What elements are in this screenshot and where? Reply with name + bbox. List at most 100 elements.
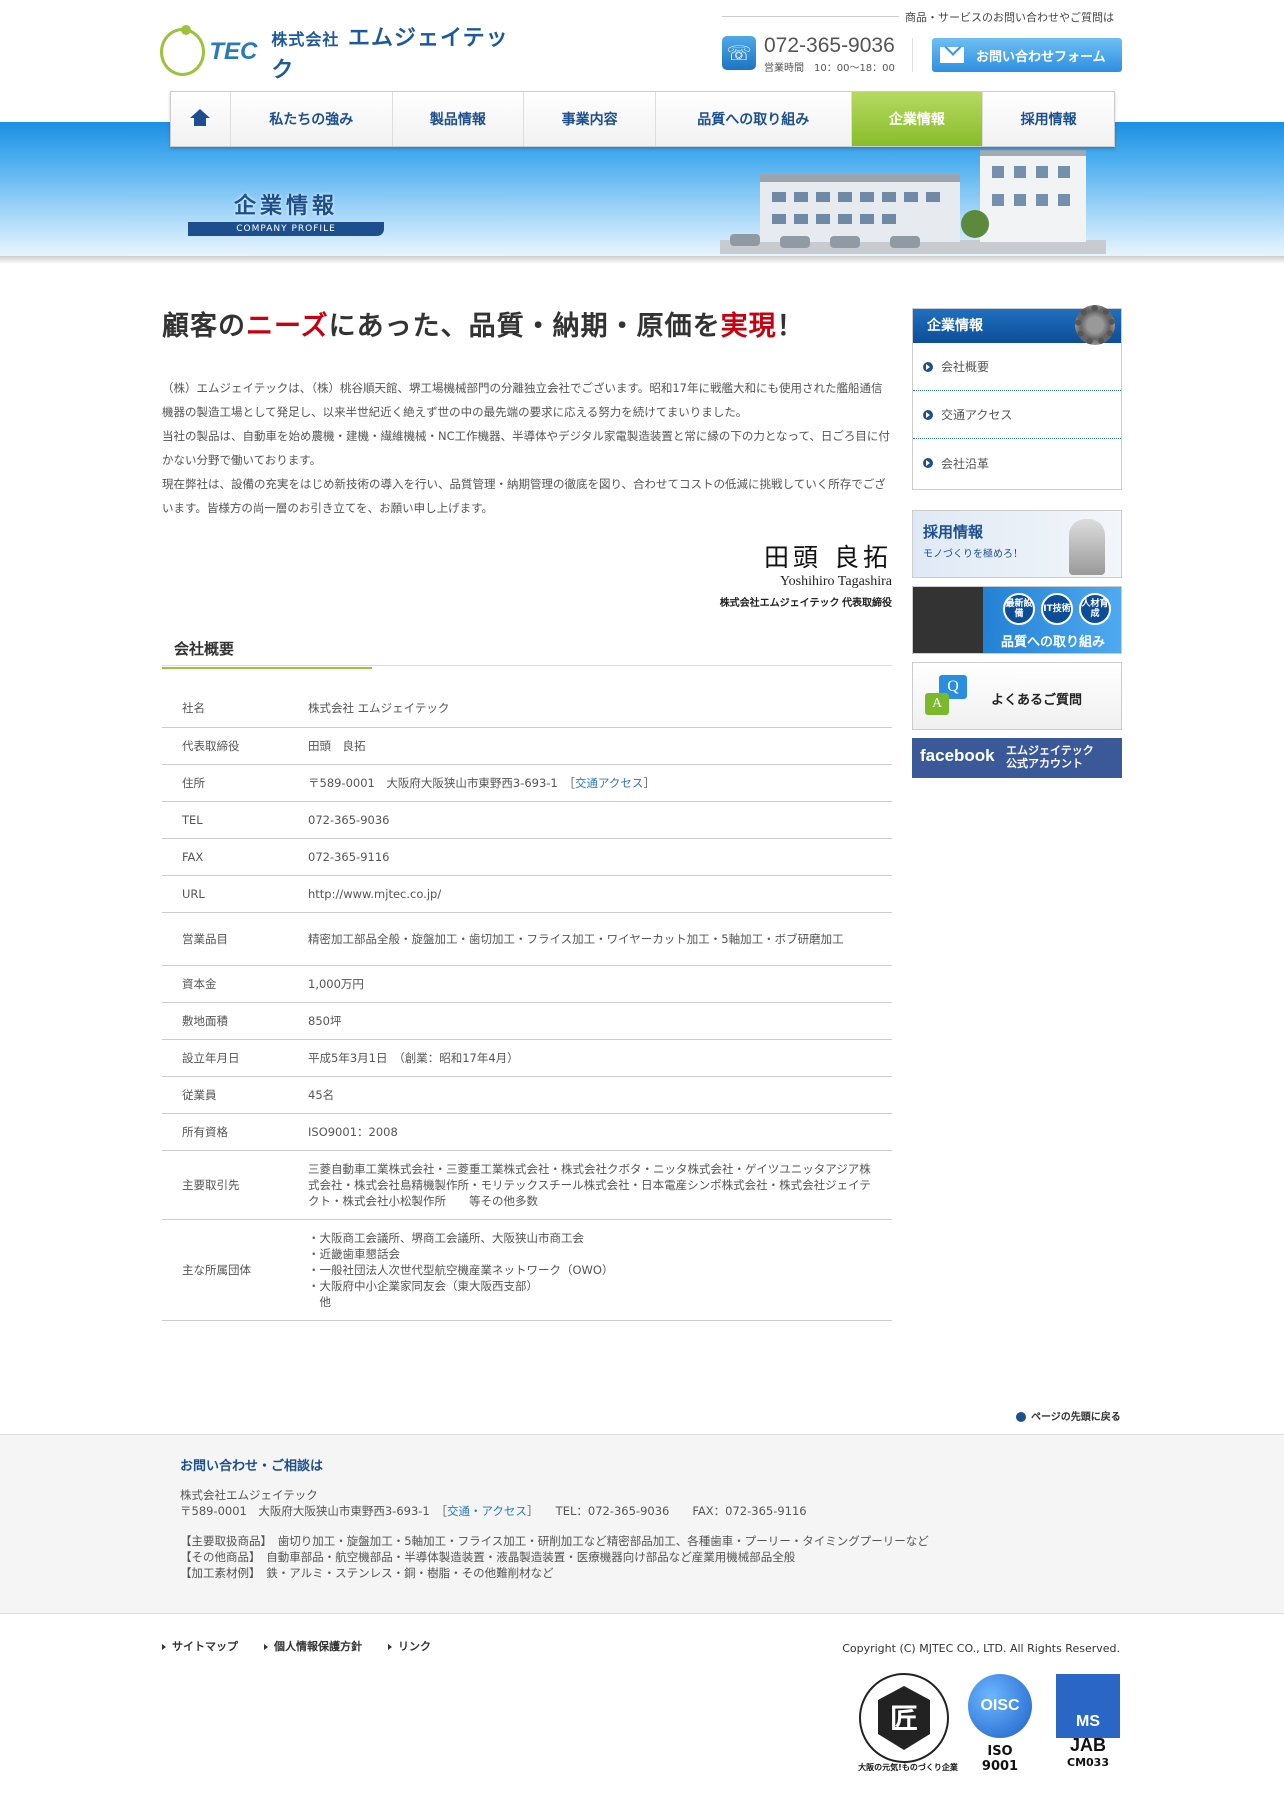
sidebar-item-history[interactable]: 会社沿革 xyxy=(913,439,1121,487)
nav-business[interactable]: 事業内容 xyxy=(524,92,656,146)
recruit-banner[interactable]: 採用情報 モノづくりを極めろ！ xyxy=(912,510,1122,578)
cert1-caption: 大阪の元気!ものづくり企業 xyxy=(858,1763,958,1772)
nav-strengths[interactable]: 私たちの強み xyxy=(230,92,393,146)
business-hours: 営業時間 10：00〜18：00 xyxy=(764,63,895,74)
intro-paragraph: 現在弊社は、設備の充実をはじめ新技術の導入を行い、品質管理・納期管理の徹底を図り… xyxy=(162,477,886,515)
group-item: ・近畿歯車懇話会 xyxy=(308,1246,400,1261)
logo-mark-icon xyxy=(160,25,206,76)
phone-icon: ☏ xyxy=(722,36,756,70)
faq-banner-label: よくあるご質問 xyxy=(991,693,1083,708)
nav-products[interactable]: 製品情報 xyxy=(392,92,525,146)
recruit-banner-title: 採用情報 xyxy=(923,523,984,541)
table-row: 敷地面積 850坪 xyxy=(162,1002,892,1040)
footer-links: サイトマップ 個人情報保護方針 リンク xyxy=(162,1638,431,1654)
certification-logos: 匠 大阪の元気!ものづくり企業 OISC ISO 9001 MS JAB CM0… xyxy=(858,1668,1124,1778)
sidebar-menu: 企業情報 会社概要 交通アクセス 会社沿革 xyxy=(912,305,1122,490)
home-icon xyxy=(190,109,211,127)
table-row: 従業員 45名 xyxy=(162,1076,892,1114)
factory-building-image xyxy=(720,150,1106,254)
table-row: 社名 株式会社 エムジェイテック xyxy=(162,690,892,728)
table-row: 主要取引先 三菱自動車工業株式会社・三菱重工業株式会社・株式会社クボタ・ニッタ株式… xyxy=(162,1150,892,1220)
banner-title: 企業情報 COMPANY PROFILE xyxy=(188,188,384,238)
contact-note: 商品・サービスのお問い合わせやご質問は xyxy=(722,11,1122,33)
global-nav: 私たちの強み 製品情報 事業内容 品質への取り組み 企業情報 採用情報 xyxy=(170,91,1115,147)
logo-tec: TEC xyxy=(209,38,258,65)
nav-recruit[interactable]: 採用情報 xyxy=(983,92,1114,146)
footer-title: お問い合わせ・ご相談は xyxy=(180,1459,324,1474)
ceo-signature: 田頭 良拓 Yoshihiro Tagashira 株式会社エムジェイテック 代… xyxy=(700,538,892,609)
banner-shadow xyxy=(0,256,1284,264)
mail-icon xyxy=(940,47,964,63)
contact-form-button[interactable]: お問い合わせフォーム xyxy=(932,38,1122,72)
nav-home[interactable] xyxy=(171,92,231,146)
section-title: 会社概要 xyxy=(162,636,892,669)
qa-icon: Q A xyxy=(925,675,971,717)
arrow-bullet-icon xyxy=(923,458,933,468)
site-header: TEC 株式会社 エムジェイテック 商品・サービスのお問い合わせやご質問は ☏ … xyxy=(0,0,1284,92)
sitemap-link[interactable]: サイトマップ xyxy=(162,1638,238,1654)
quality-badge: 人材育成 xyxy=(1079,593,1111,625)
group-item: ・大阪府中小企業家同友会（東大阪西支部） xyxy=(308,1278,538,1293)
quality-banner[interactable]: 最新設備 IT技術 人材育成 品質への取り組み xyxy=(912,586,1122,654)
copyright: Copyright (C) MJTEC CO., LTD. All Rights… xyxy=(842,1642,1120,1655)
signature-title: 株式会社エムジェイテック 代表取締役 xyxy=(719,598,892,609)
signature-jp: 田頭 良拓 xyxy=(764,543,892,572)
intro-paragraph: 当社の製品は、自動車を始め農機・建機・繊維機械・NC工作機器、半導体やデジタル家… xyxy=(162,429,890,467)
page-headline: 顧客のニーズにあった、品質・納期・原価を実現！ xyxy=(162,311,805,342)
sidebar-title: 企業情報 xyxy=(913,305,1121,345)
table-row: TEL 072-365-9036 xyxy=(162,801,892,839)
iso-caption: ISO 9001 xyxy=(981,1744,1019,1774)
nav-company[interactable]: 企業情報 xyxy=(851,92,984,146)
table-row: 設立年月日 平成5年3月1日 （創業：昭和17年4月） xyxy=(162,1039,892,1077)
page-top-link[interactable]: ページの先頭に戻る xyxy=(1016,1408,1121,1423)
links-link[interactable]: リンク xyxy=(388,1638,431,1654)
runner-figure-icon xyxy=(1069,519,1105,575)
header-tel[interactable]: 072-365-9036 xyxy=(764,34,895,58)
arrow-bullet-icon xyxy=(923,361,933,372)
banner-title-en: COMPANY PROFILE xyxy=(188,222,384,236)
quality-badge: IT技術 xyxy=(1041,593,1073,625)
table-row: 代表取締役 田頭 良拓 xyxy=(162,727,892,765)
footer-body: 株式会社エムジェイテック 〒589-0001 大阪府大阪狭山市東野西3-693-… xyxy=(180,1488,929,1580)
jab-caption: JAB xyxy=(1069,1735,1106,1755)
jab-code: CM033 xyxy=(1067,1756,1109,1769)
privacy-link[interactable]: 個人情報保護方針 xyxy=(264,1638,362,1654)
group-item: 他 xyxy=(308,1294,331,1309)
intro-text: （株）エムジェイテックは、（株）桃谷順天館、堺工場機械部門の分離独立会社でござい… xyxy=(162,376,892,520)
recruit-banner-sub: モノづくりを極めろ！ xyxy=(923,549,1023,560)
jab-ms-logo: MS xyxy=(1056,1674,1120,1738)
table-row: URL http://www.mjtec.co.jp/ xyxy=(162,875,892,913)
intro-paragraph: （株）エムジェイテックは、（株）桃谷順天館、堺工場機械部門の分離独立会社でござい… xyxy=(162,381,883,419)
facebook-logo: facebook xyxy=(920,746,995,765)
table-row: 所有資格 ISO9001：2008 xyxy=(162,1113,892,1151)
nav-quality[interactable]: 品質への取り組み xyxy=(655,92,852,146)
quality-badge: 最新設備 xyxy=(1003,593,1035,625)
gear-icon xyxy=(1075,305,1115,345)
table-row: 資本金 1,000万円 xyxy=(162,965,892,1003)
facebook-banner-label: エムジェイテック 公式アカウント xyxy=(1006,744,1094,770)
company-overview-table: 社名 株式会社 エムジェイテック 代表取締役 田頭 良拓 住所 〒589-0001 大… xyxy=(162,690,892,1321)
signature-en: Yoshihiro Tagashira xyxy=(779,574,892,589)
faq-banner[interactable]: Q A よくあるご質問 xyxy=(912,662,1122,730)
access-link[interactable]: 交通アクセス xyxy=(575,776,643,790)
header-contact: 商品・サービスのお問い合わせやご質問は ☏ 072-365-9036 営業時間 … xyxy=(722,11,1122,78)
group-item: ・一般社団法人次世代型航空機産業ネットワーク（OWO） xyxy=(308,1262,614,1277)
table-row: 主な所属団体 ・大阪商工会議所、堺商工会議所、大阪狭山市商工会 ・近畿歯車懇話会… xyxy=(162,1219,892,1321)
contact-form-label: お問い合わせフォーム xyxy=(976,49,1106,65)
facebook-banner[interactable]: facebook エムジェイテック 公式アカウント xyxy=(912,738,1122,778)
table-row: 住所 〒589-0001 大阪府大阪狭山市東野西3-693-1 ［交通アクセス］ xyxy=(162,764,892,802)
sidebar-item-access[interactable]: 交通アクセス xyxy=(913,391,1121,439)
oisc-logo: OISC xyxy=(968,1674,1032,1738)
osaka-monodzukuri-badge-icon: 匠 xyxy=(859,1673,949,1763)
group-item: ・大阪商工会議所、堺商工会議所、大阪狭山市商工会 xyxy=(308,1230,584,1245)
footer-access-link[interactable]: 交通・アクセス xyxy=(447,1504,527,1518)
sidebar-item-overview[interactable]: 会社概要 xyxy=(913,343,1121,391)
divider xyxy=(912,38,913,72)
logo-company-name: 株式会社 エムジェイテック xyxy=(271,26,509,83)
arrow-bullet-icon xyxy=(923,409,933,420)
site-logo[interactable]: TEC 株式会社 エムジェイテック xyxy=(160,24,515,83)
table-row: 営業品目 精密加工部品全般・旋盤加工・歯切加工・フライス加工・ワイヤーカット加工・… xyxy=(162,912,892,966)
footer-contact: お問い合わせ・ご相談は 株式会社エムジェイテック 〒589-0001 大阪府大阪… xyxy=(0,1434,1284,1614)
table-row: FAX 072-365-9116 xyxy=(162,838,892,876)
quality-banner-title: 品質への取り組み xyxy=(1001,635,1106,650)
